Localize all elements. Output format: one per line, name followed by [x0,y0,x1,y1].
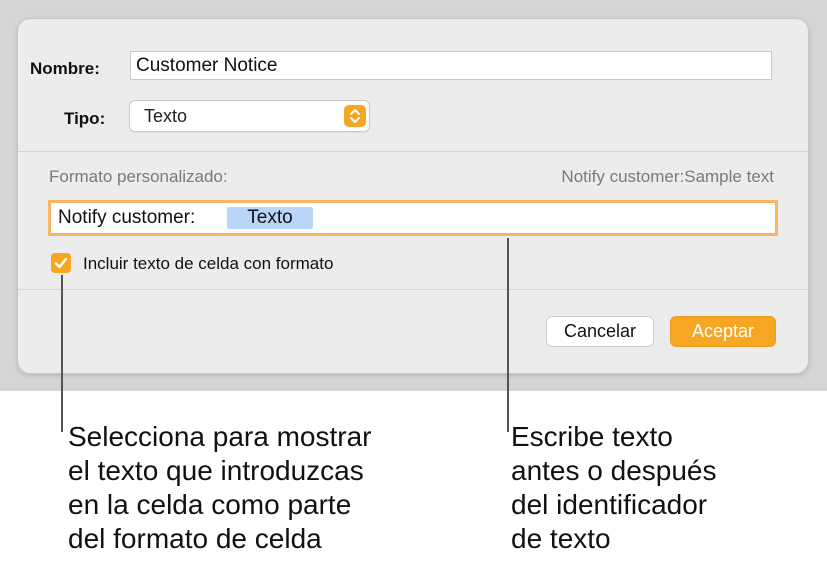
callout-line-text: del identificador [511,489,708,520]
chevron-up-down-icon [344,105,366,127]
callout-line-text: del formato de celda [68,523,322,554]
callout-line-format [507,238,509,432]
checkmark-icon [54,257,68,269]
include-cell-text-checkbox[interactable] [51,253,71,273]
text-token[interactable]: Texto [227,207,313,229]
callout-line-text: en la celda como parte [68,489,352,520]
callout-line-text: de texto [511,523,611,554]
type-label: Tipo: [64,109,106,128]
callout-format: Escribe texto antes o después del identi… [511,420,717,556]
callout-line-text: el texto que introduzcas [68,455,364,486]
name-label: Nombre: [30,59,100,78]
type-popup-value: Texto [144,106,188,126]
format-dialog: Nombre: Customer Notice Tipo: Texto Form… [18,19,808,373]
format-prefix-text: Notify customer: [58,207,196,228]
separator [18,151,808,152]
callout-line-text: Selecciona para mostrar [68,421,372,452]
cancel-button[interactable]: Cancelar [546,316,654,347]
custom-format-label: Formato personalizado: [49,167,228,186]
accept-button[interactable]: Aceptar [670,316,776,347]
separator [18,289,808,290]
custom-format-field[interactable]: Notify customer: Texto [48,200,778,236]
callout-checkbox: Selecciona para mostrar el texto que int… [68,420,371,556]
callout-line-text: antes o después [511,455,717,486]
name-input[interactable]: Customer Notice [130,51,772,80]
checkbox-label: Incluir texto de celda con formato [83,254,334,273]
callout-line-checkbox [61,275,63,432]
type-popup[interactable]: Texto [129,100,370,132]
callout-line-text: Escribe texto [511,421,673,452]
format-preview: Notify customer:Sample text [561,167,774,186]
